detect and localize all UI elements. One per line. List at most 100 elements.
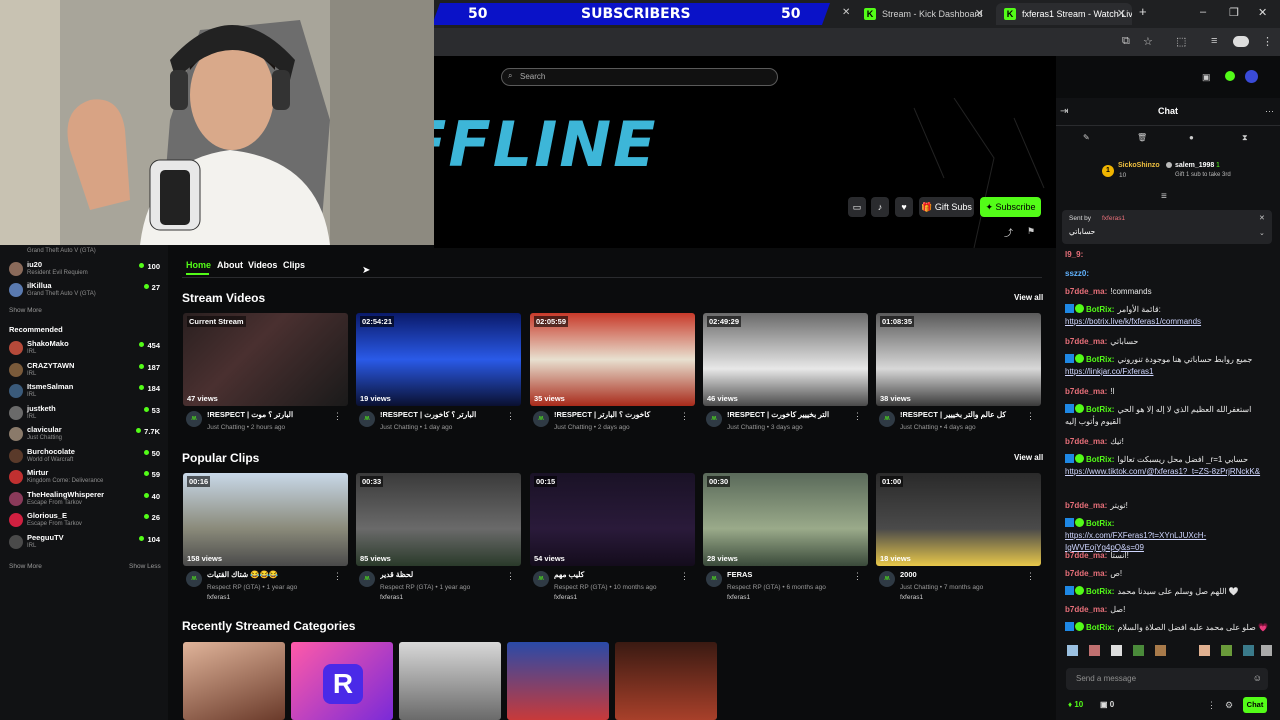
trash-icon[interactable]: 🗑 xyxy=(1137,133,1147,142)
sidebar-item-recommended[interactable]: clavicular Just Chatting 7.7K xyxy=(0,424,168,445)
chevron-down-icon[interactable]: ⌄ xyxy=(1259,229,1265,237)
chat-username[interactable]: b7dde_ma: xyxy=(1065,437,1107,446)
tab-about[interactable]: About xyxy=(217,260,243,270)
chat-username[interactable]: sszz0: xyxy=(1065,269,1089,278)
close-window-button[interactable]: ✕ xyxy=(1258,6,1267,19)
channel-avatar[interactable]: ʍ xyxy=(533,411,549,427)
chat-link[interactable]: https://x.com/FXFeras1?t=XYnLJUXcH-IgWVE… xyxy=(1065,531,1206,552)
tab-kick-stream[interactable]: K fxferas1 Stream - Watch Live on Ki ✕ xyxy=(996,3,1132,25)
chat-username[interactable]: b7dde_ma: xyxy=(1065,387,1107,396)
chat-message[interactable]: BotRix: ﺍﻟﻠﻬﻢ ﺻﻞ ﻭﺳﻠﻢ ﻋﻠﻰ ﺳﻴﺪﻧﺎ ﻣﺤﻤﺪ 🤍 xyxy=(1065,586,1270,598)
more-options-icon[interactable]: ⋮ xyxy=(853,411,862,422)
video-title[interactable]: !RESPECT | ﺍﻟﺘﺮ ﺑﺨﻴﻴﻴﺮ ﻛﺎﺧﻮﺭﺕ xyxy=(727,410,857,419)
chat-message[interactable]: b7dde_ma: ﺗﻮﻳﺘﺮ! xyxy=(1065,500,1270,512)
chat-message[interactable]: BotRix: ﺻﻠﻮ ﻋﻠﻰ ﻣﺤﻤﺪ ﻋﻠﻴﻪ ﺍﻓﻀﻞ ﺍﻟﺼﻼﺓ ﻭﺍﻟﺴ… xyxy=(1065,622,1270,634)
sidebar-item-ilkillua[interactable]: ilKillua Grand Theft Auto V (GTA) 27 xyxy=(0,280,168,301)
clip-author[interactable]: fxferas1 xyxy=(207,594,230,601)
sidebar-item-recommended[interactable]: ItsmeSalman IRL 184 xyxy=(0,381,168,402)
emote-icon[interactable] xyxy=(1155,645,1166,656)
thumbnail[interactable]: 00:30 28 views xyxy=(703,473,868,566)
emote-icon[interactable] xyxy=(1067,645,1078,656)
tab-close-icon[interactable]: ✕ xyxy=(842,7,850,18)
sidebar-item-recommended[interactable]: justketh IRL 53 xyxy=(0,403,168,424)
thumbnail[interactable]: 00:33 85 views xyxy=(356,473,521,566)
search-input[interactable]: ⌕ Search xyxy=(501,68,778,86)
more-options-icon[interactable]: ⋮ xyxy=(680,571,689,582)
emote-icon[interactable] xyxy=(1089,645,1100,656)
timer-icon[interactable]: ⧗ xyxy=(1242,133,1248,143)
collapse-chat-icon[interactable]: ⇥ xyxy=(1060,106,1068,117)
expand-gifters-icon[interactable]: ≡ xyxy=(1161,191,1167,202)
tab-kick-dashboard[interactable]: K Stream - Kick Dashboard ✕ xyxy=(856,3,990,25)
tab-home[interactable]: Home xyxy=(186,260,211,270)
notification-bell-icon[interactable]: ♪ xyxy=(871,197,889,217)
view-all-clips-link[interactable]: View all xyxy=(1014,453,1043,462)
chat-username[interactable]: BotRix: xyxy=(1086,623,1114,632)
bookmark-star-icon[interactable]: ☆ xyxy=(1143,35,1153,48)
show-more-link[interactable]: Show More xyxy=(9,563,42,570)
clip-title[interactable]: ﺷﺘﺎﻙ ﺍﻟﻘﺘﻴﺎﺕ 😂😂😂 xyxy=(207,570,337,579)
category-link[interactable]: Just Chatting xyxy=(380,424,418,431)
chat-menu-icon[interactable]: ⋯ xyxy=(1265,106,1274,117)
channel-avatar[interactable]: ʍ xyxy=(706,571,722,587)
minimize-button[interactable]: – xyxy=(1200,6,1206,18)
chat-message[interactable]: BotRix: ﺍﻓﻀﻞ ﻣﺤﻞ ﺭﻳﺴﺒﻜﺖ ﺗﻌﺎﻟﻮﺍ _r=1 ﺣﺴﺎﺑﻲ… xyxy=(1065,454,1270,478)
user-avatar[interactable] xyxy=(1245,70,1258,83)
mail-icon[interactable]: ▣ xyxy=(1202,72,1211,83)
browser-menu-icon[interactable]: ⋮ xyxy=(1262,35,1273,48)
chat-username[interactable]: b7dde_ma: xyxy=(1065,551,1107,560)
category-card[interactable] xyxy=(399,642,501,720)
tab-videos[interactable]: Videos xyxy=(248,260,277,270)
chat-username[interactable]: b7dde_ma: xyxy=(1065,501,1107,510)
clip-author[interactable]: fxferas1 xyxy=(380,594,403,601)
report-icon[interactable]: ⚑ xyxy=(1027,226,1035,237)
category-card[interactable] xyxy=(507,642,609,720)
video-card[interactable]: 02:05:59 35 views ʍ !RESPECT | ﻛﺎﺧﻮﺭﺕ ؟ ﺍﻟﺒ… xyxy=(530,313,695,441)
follow-heart-icon[interactable]: ♥ xyxy=(895,197,913,217)
sidebar-item-recommended[interactable]: Mirtur Kingdom Come: Deliverance 59 xyxy=(0,467,168,488)
gift-subs-button[interactable]: 🎁 Gift Subs xyxy=(919,197,974,217)
thumbnail[interactable]: Current Stream 47 views xyxy=(183,313,348,406)
chat-message[interactable]: sszz0: xyxy=(1065,268,1270,280)
chat-message[interactable]: l9_9: xyxy=(1065,249,1270,261)
channel-points[interactable]: ♦ 10 xyxy=(1068,700,1083,709)
clip-title[interactable]: ﻛﻠﻴﺐ ﻣﻬﻢ xyxy=(554,570,684,579)
chat-message[interactable]: BotRix: ﺍﺳﺘﻐﻔﺮﺍﻟﻠﻪ ﺍﻟﻌﻈﻴﻢ ﺍﻟﺬﻱ ﻻ ﺇﻟﻪ ﺇﻻ ﻫ… xyxy=(1065,404,1270,428)
extensions-icon[interactable]: ⬚ xyxy=(1176,35,1186,48)
subscribe-button[interactable]: ✦ Subscribe xyxy=(980,197,1041,217)
channel-avatar[interactable]: ʍ xyxy=(186,571,202,587)
channel-avatar[interactable]: ʍ xyxy=(359,411,375,427)
kick-status-icon[interactable] xyxy=(1225,71,1235,81)
clip-title[interactable]: FERAS xyxy=(727,570,857,579)
chat-message[interactable]: BotRix: https://x.com/FXFeras1?t=XYnLJUXc… xyxy=(1065,518,1270,554)
thumbnail[interactable]: 02:05:59 35 views xyxy=(530,313,695,406)
category-link[interactable]: Respect RP (GTA) xyxy=(380,584,434,591)
category-link[interactable]: Just Chatting xyxy=(900,424,938,431)
emoji-icon[interactable]: ☺ xyxy=(1253,673,1262,683)
clip-button[interactable]: ▭ xyxy=(848,197,866,217)
category-link[interactable]: Respect RP (GTA) xyxy=(554,584,608,591)
channel-avatar[interactable]: ʍ xyxy=(533,571,549,587)
second-gifter-name[interactable]: salem_1998 xyxy=(1175,162,1214,169)
clip-title[interactable]: ﻟﺤﻈﺔ ﻗﺪﻳﺮ xyxy=(380,570,510,579)
category-card[interactable] xyxy=(183,642,285,720)
clip-card[interactable]: 01:00 18 views ʍ 2000 Just Chatting • 7 mont… xyxy=(876,473,1041,601)
chat-username[interactable]: BotRix: xyxy=(1086,305,1114,314)
thumbnail[interactable]: 02:54:21 19 views xyxy=(356,313,521,406)
chat-username[interactable]: BotRix: xyxy=(1086,405,1114,414)
video-card[interactable]: 02:54:21 19 views ʍ !RESPECT | ﺍﻟﺒﺎﺭﺗﺮ ؟ ﻛﺎ… xyxy=(356,313,521,441)
emote-icon[interactable] xyxy=(1199,645,1210,656)
video-card[interactable]: Current Stream 47 views ʍ !RESPECT | ﺍﻟﺒﺎﺭﺗ… xyxy=(183,313,348,441)
tab-clips[interactable]: Clips xyxy=(283,260,305,270)
chat-username[interactable]: BotRix: xyxy=(1086,355,1114,364)
category-link[interactable]: Respect RP (GTA) xyxy=(207,584,261,591)
channel-avatar[interactable]: ʍ xyxy=(359,571,375,587)
more-options-icon[interactable]: ⋮ xyxy=(333,571,342,582)
clip-card[interactable]: 00:15 54 views ʍ ﻛﻠﻴﺐ ﻣﻬﻢ Respect RP (GTA) •… xyxy=(530,473,695,601)
share-icon[interactable]: ⤴ xyxy=(1004,226,1013,239)
more-options-icon[interactable]: ⋮ xyxy=(1026,571,1035,582)
video-title[interactable]: !RESPECT | ﻛﻞ ﻋﺎﻟﻢ ﻭﺍﻟﺘﺮ ﺑﺨﻴﻴﻴﺮ xyxy=(900,410,1030,419)
more-options-icon[interactable]: ⋮ xyxy=(506,571,515,582)
thumbnail[interactable]: 01:08:35 38 views xyxy=(876,313,1041,406)
more-options-icon[interactable]: ⋮ xyxy=(333,411,342,422)
